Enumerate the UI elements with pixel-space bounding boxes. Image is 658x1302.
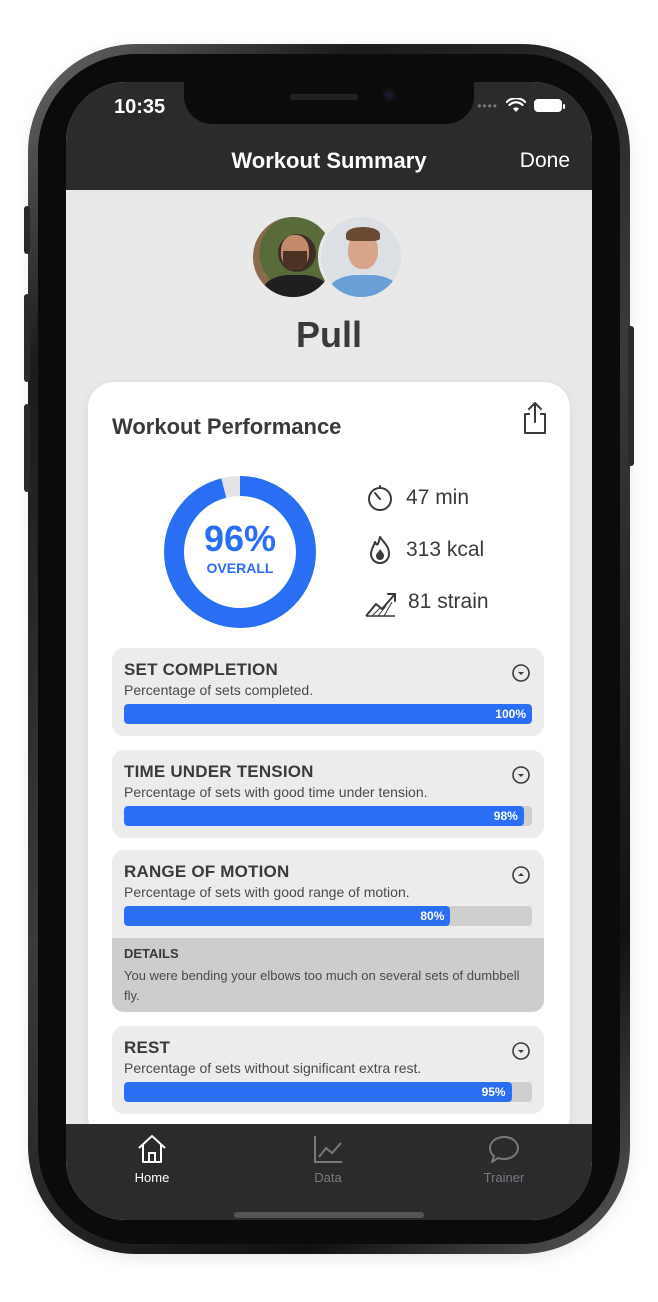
home-icon	[138, 1135, 166, 1163]
front-camera	[382, 88, 396, 102]
tab-label: Data	[314, 1170, 342, 1185]
tab-label: Home	[134, 1170, 170, 1185]
strain-value: 81 strain	[408, 590, 489, 613]
progress-fill: 100%	[124, 704, 532, 724]
home-indicator	[234, 1212, 424, 1218]
progress-fill: 98%	[124, 806, 524, 826]
metric-description: Percentage of sets completed.	[124, 682, 314, 698]
wifi-icon	[506, 98, 526, 112]
metric-description: Percentage of sets without significant e…	[124, 1060, 422, 1076]
tab-data[interactable]: Data	[288, 1132, 368, 1185]
device-notch	[184, 82, 474, 124]
done-button[interactable]: Done	[520, 149, 570, 173]
power-button	[628, 326, 634, 466]
overall-label: OVERALL	[206, 560, 274, 576]
progress-fill: 95%	[124, 1082, 512, 1102]
details-title: DETAILS	[124, 946, 179, 961]
chevron-down-icon[interactable]	[512, 1042, 530, 1060]
chat-bubble-icon	[489, 1136, 519, 1163]
metric-time-under-tension[interactable]: TIME UNDER TENSION Percentage of sets wi…	[112, 750, 544, 838]
trend-up-icon	[365, 593, 396, 617]
share-icon[interactable]	[520, 400, 550, 436]
progress-track: 100%	[124, 704, 532, 724]
duration-value: 47 min	[406, 486, 470, 509]
progress-fill: 80%	[124, 906, 451, 926]
duration-stat: 47 min	[364, 482, 469, 514]
metric-description: Percentage of sets with good time under …	[124, 784, 428, 800]
progress-label: 98%	[493, 809, 518, 823]
metric-title: RANGE OF MOTION	[124, 862, 290, 881]
chevron-down-icon[interactable]	[512, 766, 530, 784]
metric-details: DETAILS You were bending your elbows too…	[112, 938, 544, 1012]
metric-title: TIME UNDER TENSION	[124, 762, 314, 781]
status-icons: ••••	[477, 98, 565, 113]
workout-name: Pull	[295, 314, 362, 355]
metric-title: REST	[124, 1038, 171, 1057]
status-time: 10:35	[114, 96, 166, 118]
avatar-shirt	[329, 275, 399, 297]
participant-avatars	[250, 214, 410, 304]
calories-stat: 313 kcal	[364, 534, 484, 566]
tab-label: Trainer	[483, 1170, 525, 1185]
tab-home[interactable]: Home	[112, 1132, 192, 1185]
details-text: You were bending your elbows too much on…	[124, 968, 520, 1003]
card-title: Workout Performance	[112, 414, 342, 439]
volume-up-button	[24, 294, 30, 382]
progress-label: 80%	[420, 909, 445, 923]
metric-set-completion[interactable]: SET COMPLETION Percentage of sets comple…	[112, 648, 544, 736]
avatar-beard	[283, 251, 307, 269]
chevron-down-icon[interactable]	[512, 664, 530, 682]
metric-description: Percentage of sets with good range of mo…	[124, 884, 410, 900]
tab-trainer[interactable]: Trainer	[464, 1132, 544, 1185]
tab-bar: Home Data Trainer	[66, 1124, 592, 1220]
chevron-up-icon[interactable]	[512, 866, 530, 884]
progress-track: 98%	[124, 806, 532, 826]
mute-switch	[24, 206, 30, 254]
metric-range-of-motion[interactable]: RANGE OF MOTION Percentage of sets with …	[112, 850, 544, 1012]
metric-title: SET COMPLETION	[124, 660, 278, 679]
overall-score: 96%	[203, 518, 277, 559]
progress-label: 100%	[495, 707, 526, 721]
signal-icon: ••••	[477, 98, 498, 113]
metric-rest[interactable]: REST Percentage of sets without signific…	[112, 1026, 544, 1114]
strain-stat: 81 strain	[364, 586, 489, 618]
volume-down-button	[24, 404, 30, 492]
progress-track: 95%	[124, 1082, 532, 1102]
speaker-grille	[290, 94, 358, 100]
avatar-shirt	[263, 275, 329, 297]
chart-icon	[314, 1136, 342, 1163]
progress-label: 95%	[481, 1085, 506, 1099]
performance-card: Workout Performance 96% OVERALL 47 min 3…	[88, 382, 570, 1142]
flame-icon	[370, 536, 390, 564]
calories-value: 313 kcal	[406, 538, 485, 561]
app-screen: 10:35 •••• Workout Summary Done Pull Wor…	[66, 82, 592, 1220]
timer-icon	[368, 485, 392, 511]
page-title: Workout Summary	[231, 148, 427, 173]
progress-track: 80%	[124, 906, 532, 926]
avatar-hair	[346, 227, 380, 241]
battery-icon	[534, 99, 565, 112]
avatar	[318, 214, 404, 300]
